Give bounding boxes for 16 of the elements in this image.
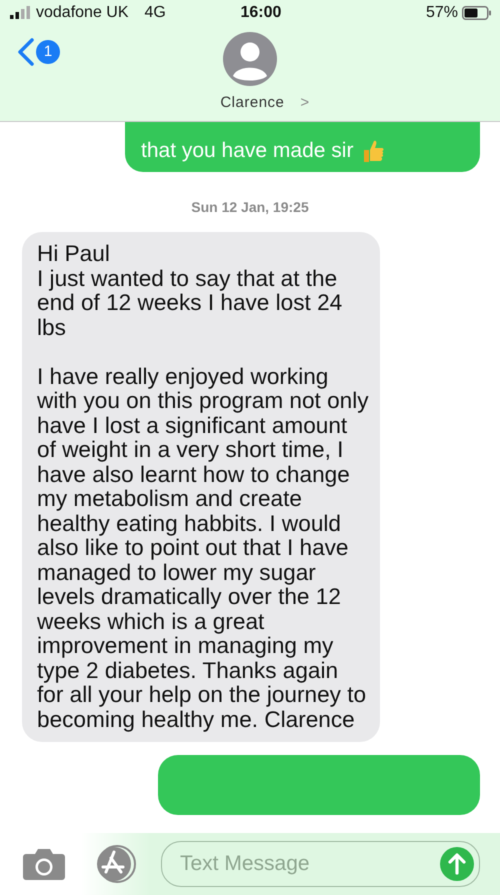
battery-percentage: 57% [426,2,458,22]
carrier-name: vodafone UK [36,2,129,22]
back-icon [16,37,36,67]
avatar-icon [223,32,277,86]
battery-icon [462,6,492,20]
message-bubble: Hi Paul I just wanted to say that at the end of 12 weeks I have lost 24 lbs I have really enjoyed working with you on this program not only have I lost a significant amount of weight in a very short time, I have also learnt how to change my metabolism and create healthy eating habbits. I would also like to point out that I have managed to lower my sugar levels dramatically over the 12 weeks which is a great improvement in managing my type 2 diabetes. Thanks again for all your help on the journey to becoming healthy me. Clarence [22,232,380,742]
back-button[interactable]: 1 [16,37,60,67]
signal-icon [10,6,32,19]
timestamp: Sun 12 Jan, 19:25 [190,198,310,218]
contact-name[interactable]: Clarence > [220,92,310,114]
send-button[interactable] [440,847,474,881]
clock-time: 16:00 [240,2,282,22]
app-store-button[interactable] [95,845,139,883]
network-type: 4G [144,2,166,22]
thumbs-up-icon [361,138,386,164]
camera-button[interactable] [23,848,65,880]
